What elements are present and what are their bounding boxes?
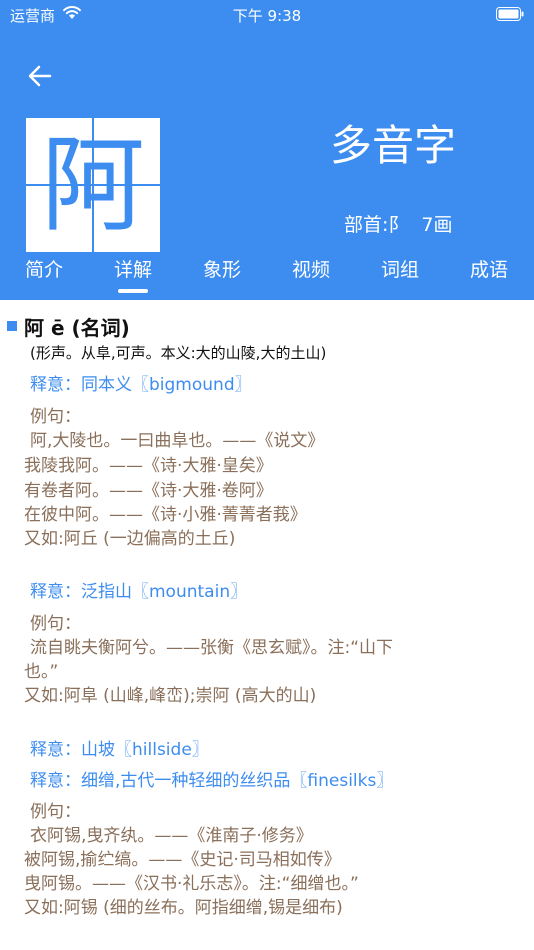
entry-header: 阿 ē (名词) — [0, 312, 534, 340]
tab-phrases[interactable]: 词组 — [360, 255, 440, 285]
character-glyph: 阿 — [40, 124, 145, 246]
example-line: 我陵我阿。——《诗·大雅·皇矣》 — [24, 456, 273, 476]
multi-sound-label: 多音字 — [330, 121, 457, 170]
tab-bar: 简介 详解 象形 视频 词组 成语 — [0, 255, 534, 289]
example-line: 阿,大陵也。一曰曲阜也。——《说文》 — [30, 431, 325, 451]
meaning-line: 释意：细缯,古代一种轻细的丝织品〖finesilks〗 — [30, 771, 394, 791]
example-line: 在彼中阿。——《诗·小雅·菁菁者莪》 — [24, 505, 307, 525]
tab-idioms[interactable]: 成语 — [449, 255, 529, 285]
stroke-count: 7画 — [421, 214, 453, 236]
example-label: 例句： — [30, 614, 81, 634]
example-line: 衣阿锡,曳齐纨。——《淮南子·修务》 — [30, 826, 313, 846]
tab-video[interactable]: 视频 — [271, 255, 351, 285]
status-time: 下午 9:38 — [232, 7, 302, 25]
character-box: 阿 — [26, 118, 160, 252]
status-bar: 运营商 下午 9:38 — [0, 0, 534, 28]
entry-origin: (形声。从阜,可声。本义:大的山陵,大的土山) — [30, 344, 327, 362]
meaning-line: 释意：泛指山〖mountain〗 — [30, 582, 248, 602]
example-line: 曳阿锡。——《汉书·礼乐志》。注:“细缯也。” — [24, 874, 359, 894]
active-tab-indicator — [118, 289, 148, 293]
tab-detail[interactable]: 详解 — [93, 255, 173, 285]
entry-title: 阿 ē (名词) — [24, 316, 130, 340]
radical-info: 部首:阝 7画 — [344, 210, 453, 237]
example-label: 例句： — [30, 407, 81, 427]
arrow-left-icon[interactable] — [26, 62, 54, 90]
detail-content: 阿 ē (名词) (形声。从阜,可声。本义:大的山陵,大的土山) 释意：同本义〖… — [0, 300, 534, 950]
radical-label: 部首:阝 — [344, 214, 408, 236]
example-line: 也。” — [24, 662, 59, 682]
tab-pictograph[interactable]: 象形 — [182, 255, 262, 285]
also-line: 又如:阿阜 (山峰,峰峦);崇阿 (高大的山) — [24, 686, 317, 706]
meaning-line: 释意：同本义〖bigmound〗 — [30, 375, 252, 395]
tab-intro[interactable]: 简介 — [4, 255, 84, 285]
example-line: 流自眺夫衡阿兮。——张衡《思玄赋》。注:“山下 — [30, 638, 394, 658]
meaning-line: 释意：山坡〖hillside〗 — [30, 740, 209, 760]
battery-icon — [496, 7, 524, 21]
also-line: 又如:阿锡 (细的丝布。阿指细缯,锡是细布) — [24, 898, 343, 918]
example-line: 有卷者阿。——《诗·大雅·卷阿》 — [24, 481, 273, 501]
example-label: 例句： — [30, 802, 81, 822]
bullet-marker — [7, 321, 17, 331]
also-line: 又如:阿丘 (一边偏高的土丘) — [24, 529, 236, 549]
header: 运营商 下午 9:38 阿 多音字 部首:阝 7画 简介 详解 象形 视频 词组 … — [0, 0, 534, 300]
example-line: 被阿锡,揄纻缟。——《史记·司马相如传》 — [24, 850, 341, 870]
